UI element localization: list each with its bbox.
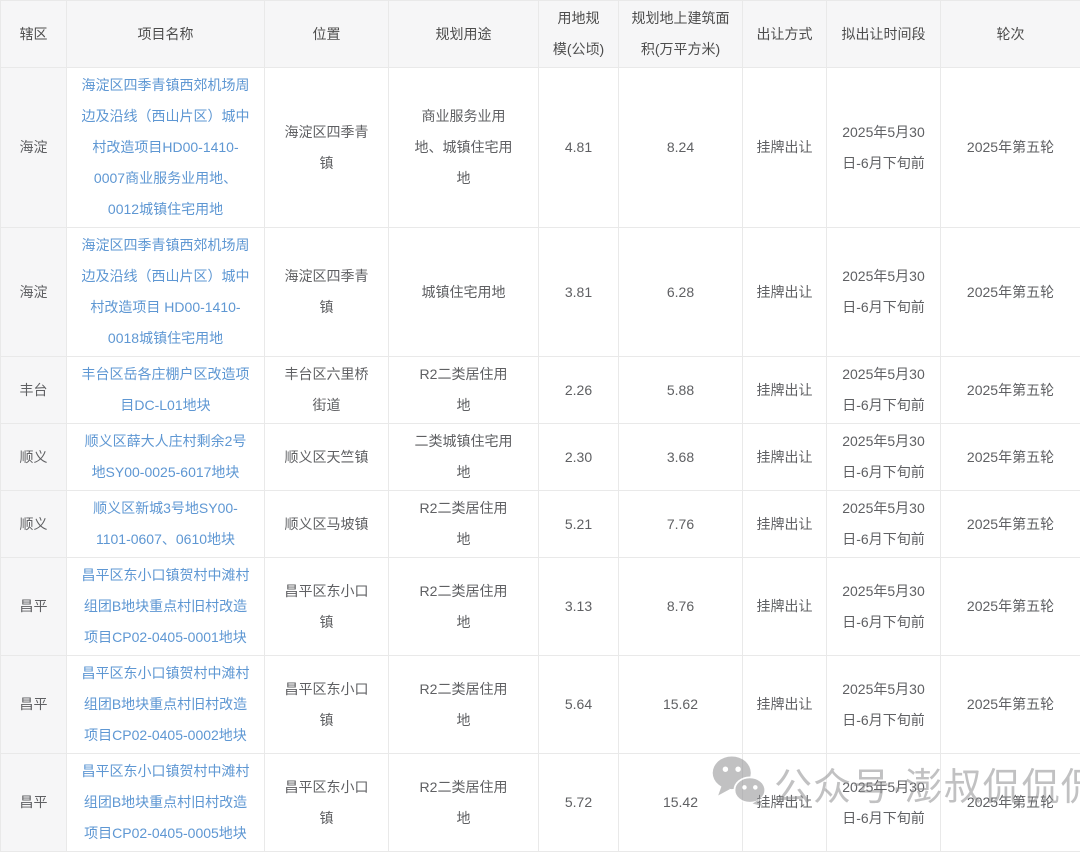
cell-gfa: 3.68: [619, 424, 743, 491]
header-planned-use: 规划用途: [389, 1, 539, 68]
cell-district: 昌平: [1, 656, 67, 754]
cell-transfer-method: 挂牌出让: [743, 357, 827, 424]
cell-transfer-method: 挂牌出让: [743, 558, 827, 656]
cell-project-link[interactable]: 顺义区薛大人庄村剩余2号地SY00-0025-6017地块: [67, 424, 265, 491]
cell-location: 顺义区马坡镇: [265, 491, 389, 558]
cell-planned-use: 二类城镇住宅用地: [389, 424, 539, 491]
table-row: 顺义 顺义区薛大人庄村剩余2号地SY00-0025-6017地块 顺义区天竺镇 …: [1, 424, 1080, 491]
cell-location: 昌平区东小口镇: [265, 558, 389, 656]
cell-round: 2025年第五轮: [941, 357, 1080, 424]
cell-gfa: 7.76: [619, 491, 743, 558]
cell-land-area: 3.81: [539, 228, 619, 357]
header-transfer-method: 出让方式: [743, 1, 827, 68]
cell-round: 2025年第五轮: [941, 754, 1080, 852]
cell-gfa: 15.42: [619, 754, 743, 852]
cell-transfer-period: 2025年5月30日-6月下旬前: [827, 491, 941, 558]
cell-planned-use: R2二类居住用地: [389, 558, 539, 656]
header-transfer-period: 拟出让时间段: [827, 1, 941, 68]
header-district: 辖区: [1, 1, 67, 68]
cell-location: 顺义区天竺镇: [265, 424, 389, 491]
cell-transfer-period: 2025年5月30日-6月下旬前: [827, 357, 941, 424]
cell-location: 海淀区四季青镇: [265, 228, 389, 357]
table-row: 昌平 昌平区东小口镇贺村中滩村组团B地块重点村旧村改造项目CP02-0405-0…: [1, 656, 1080, 754]
cell-gfa: 6.28: [619, 228, 743, 357]
cell-project-link[interactable]: 海淀区四季青镇西郊机场周边及沿线（西山片区）城中村改造项目HD00-1410-0…: [67, 68, 265, 228]
cell-district: 昌平: [1, 754, 67, 852]
cell-planned-use: R2二类居住用地: [389, 656, 539, 754]
cell-land-area: 4.81: [539, 68, 619, 228]
cell-transfer-period: 2025年5月30日-6月下旬前: [827, 754, 941, 852]
cell-planned-use: R2二类居住用地: [389, 754, 539, 852]
cell-transfer-period: 2025年5月30日-6月下旬前: [827, 424, 941, 491]
cell-transfer-period: 2025年5月30日-6月下旬前: [827, 68, 941, 228]
table-row: 昌平 昌平区东小口镇贺村中滩村组团B地块重点村旧村改造项目CP02-0405-0…: [1, 558, 1080, 656]
table-row: 昌平 昌平区东小口镇贺村中滩村组团B地块重点村旧村改造项目CP02-0405-0…: [1, 754, 1080, 852]
cell-land-area: 2.26: [539, 357, 619, 424]
cell-round: 2025年第五轮: [941, 491, 1080, 558]
table-row: 丰台 丰台区岳各庄棚户区改造项目DC-L01地块 丰台区六里桥街道 R2二类居住…: [1, 357, 1080, 424]
cell-location: 昌平区东小口镇: [265, 656, 389, 754]
cell-round: 2025年第五轮: [941, 656, 1080, 754]
cell-round: 2025年第五轮: [941, 424, 1080, 491]
cell-transfer-period: 2025年5月30日-6月下旬前: [827, 228, 941, 357]
cell-transfer-method: 挂牌出让: [743, 656, 827, 754]
cell-gfa: 5.88: [619, 357, 743, 424]
cell-project-link[interactable]: 昌平区东小口镇贺村中滩村组团B地块重点村旧村改造项目CP02-0405-0002…: [67, 656, 265, 754]
cell-district: 丰台: [1, 357, 67, 424]
cell-district: 顺义: [1, 424, 67, 491]
cell-round: 2025年第五轮: [941, 68, 1080, 228]
header-round: 轮次: [941, 1, 1080, 68]
header-land-area: 用地规模(公顷): [539, 1, 619, 68]
cell-location: 丰台区六里桥街道: [265, 357, 389, 424]
table-header-row: 辖区 项目名称 位置 规划用途 用地规模(公顷) 规划地上建筑面积(万平方米) …: [1, 1, 1080, 68]
cell-project-link[interactable]: 顺义区新城3号地SY00-1101-0607、0610地块: [67, 491, 265, 558]
cell-land-area: 3.13: [539, 558, 619, 656]
table-row: 顺义 顺义区新城3号地SY00-1101-0607、0610地块 顺义区马坡镇 …: [1, 491, 1080, 558]
cell-transfer-method: 挂牌出让: [743, 491, 827, 558]
cell-district: 顺义: [1, 491, 67, 558]
cell-land-area: 5.64: [539, 656, 619, 754]
cell-transfer-method: 挂牌出让: [743, 68, 827, 228]
header-project-name: 项目名称: [67, 1, 265, 68]
cell-gfa: 15.62: [619, 656, 743, 754]
cell-transfer-method: 挂牌出让: [743, 424, 827, 491]
header-gfa: 规划地上建筑面积(万平方米): [619, 1, 743, 68]
cell-transfer-method: 挂牌出让: [743, 754, 827, 852]
cell-planned-use: 商业服务业用地、城镇住宅用地: [389, 68, 539, 228]
cell-land-area: 5.21: [539, 491, 619, 558]
cell-land-area: 2.30: [539, 424, 619, 491]
cell-round: 2025年第五轮: [941, 558, 1080, 656]
cell-district: 海淀: [1, 68, 67, 228]
cell-project-link[interactable]: 海淀区四季青镇西郊机场周边及沿线（西山片区）城中村改造项目 HD00-1410-…: [67, 228, 265, 357]
cell-planned-use: R2二类居住用地: [389, 357, 539, 424]
table-row: 海淀 海淀区四季青镇西郊机场周边及沿线（西山片区）城中村改造项目 HD00-14…: [1, 228, 1080, 357]
cell-transfer-period: 2025年5月30日-6月下旬前: [827, 558, 941, 656]
cell-location: 昌平区东小口镇: [265, 754, 389, 852]
cell-project-link[interactable]: 昌平区东小口镇贺村中滩村组团B地块重点村旧村改造项目CP02-0405-0005…: [67, 754, 265, 852]
cell-transfer-period: 2025年5月30日-6月下旬前: [827, 656, 941, 754]
header-location: 位置: [265, 1, 389, 68]
cell-gfa: 8.24: [619, 68, 743, 228]
cell-round: 2025年第五轮: [941, 228, 1080, 357]
cell-transfer-method: 挂牌出让: [743, 228, 827, 357]
cell-gfa: 8.76: [619, 558, 743, 656]
cell-land-area: 5.72: [539, 754, 619, 852]
cell-district: 海淀: [1, 228, 67, 357]
cell-planned-use: 城镇住宅用地: [389, 228, 539, 357]
cell-project-link[interactable]: 昌平区东小口镇贺村中滩村组团B地块重点村旧村改造项目CP02-0405-0001…: [67, 558, 265, 656]
cell-project-link[interactable]: 丰台区岳各庄棚户区改造项目DC-L01地块: [67, 357, 265, 424]
cell-district: 昌平: [1, 558, 67, 656]
land-parcel-table: 辖区 项目名称 位置 规划用途 用地规模(公顷) 规划地上建筑面积(万平方米) …: [0, 0, 1080, 852]
table-row: 海淀 海淀区四季青镇西郊机场周边及沿线（西山片区）城中村改造项目HD00-141…: [1, 68, 1080, 228]
cell-location: 海淀区四季青镇: [265, 68, 389, 228]
cell-planned-use: R2二类居住用地: [389, 491, 539, 558]
